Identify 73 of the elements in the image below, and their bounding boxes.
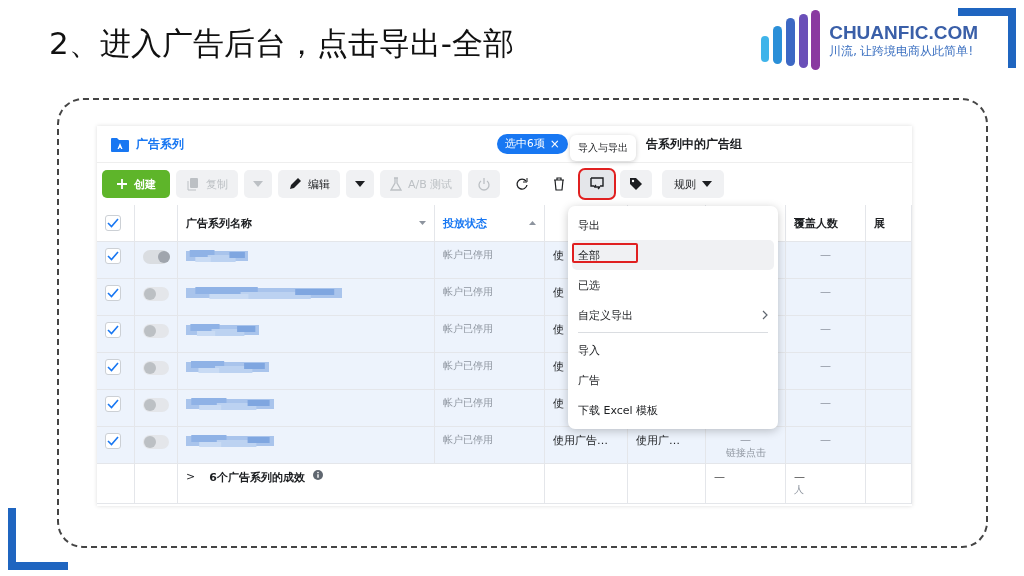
table-cell: 帐户已停用 <box>435 316 545 353</box>
menu-heading: 导出 <box>578 217 600 234</box>
checkbox[interactable] <box>105 433 121 449</box>
edit-button[interactable]: 编辑 <box>278 170 340 198</box>
checkbox[interactable] <box>105 359 121 375</box>
table-cell: — <box>786 279 866 316</box>
caret-icon <box>355 181 365 187</box>
table-cell: — <box>786 390 866 427</box>
checkbox[interactable] <box>105 285 121 301</box>
table-cell: 帐户已停用 <box>435 353 545 390</box>
copy-icon <box>186 177 200 191</box>
table-cell: — <box>786 316 866 353</box>
column-header[interactable]: 投放状态 <box>443 215 487 231</box>
expand-icon[interactable]: > <box>186 470 196 483</box>
column-header[interactable]: 展 <box>874 215 885 231</box>
power-icon <box>477 177 492 191</box>
chevron-right-icon <box>762 310 768 320</box>
table-cell: 使用广… <box>628 427 706 464</box>
column-header[interactable]: 覆盖人数 <box>794 215 838 231</box>
toggle-switch[interactable] <box>143 287 169 301</box>
sort-icon <box>529 221 536 225</box>
checkbox[interactable] <box>105 322 121 338</box>
table-cell: — <box>786 242 866 279</box>
table-cell: 帐户已停用 <box>435 279 545 316</box>
toggle-switch[interactable] <box>143 361 169 375</box>
info-icon <box>312 470 323 480</box>
plus-icon <box>116 178 128 190</box>
table-cell: — <box>786 353 866 390</box>
summary-label: 6个广告系列的成效 <box>209 470 305 485</box>
cell-caption: 链接点击 <box>725 446 766 460</box>
tab-label[interactable]: 告系列中的广告组 <box>645 135 742 153</box>
table-cell: — <box>786 427 866 464</box>
toggle-switch[interactable] <box>143 435 169 449</box>
logo-wordmark: CHUANFIC.COM <box>829 21 978 44</box>
cell-value: — <box>740 433 751 446</box>
checkbox[interactable] <box>105 215 121 231</box>
trash-icon <box>553 177 566 191</box>
toggle-switch[interactable] <box>143 250 169 264</box>
checkbox[interactable] <box>105 396 121 412</box>
toggle-switch[interactable] <box>143 398 169 412</box>
chip-label: 选中6项 <box>505 137 545 151</box>
export-icon <box>589 177 606 191</box>
close-icon[interactable]: × <box>549 137 560 151</box>
table-cell: — <box>706 464 786 504</box>
tag-button[interactable] <box>620 170 653 198</box>
toggle-switch[interactable] <box>143 324 169 338</box>
corner-bracket <box>8 508 68 570</box>
table-cell: 帐户已停用 <box>435 390 545 427</box>
refresh-icon <box>515 177 530 191</box>
section-title: 广告系列 <box>136 135 184 153</box>
folder-icon <box>111 136 129 152</box>
logo-icon <box>759 10 822 70</box>
table-cell: 使用广告… <box>545 427 628 464</box>
caret-icon <box>702 181 713 187</box>
export-button[interactable] <box>580 170 615 198</box>
table-cell: 帐户已停用 <box>435 427 545 464</box>
menu-item[interactable]: 全部 <box>572 240 774 270</box>
table-cell <box>866 427 912 464</box>
logo-tagline: 川流, 让跨境电商从此简单! <box>829 43 975 59</box>
rules-button[interactable]: 规则 <box>662 170 725 198</box>
slide-title: 2、进入广告后台，点击导出-全部 <box>49 24 514 63</box>
table-cell: 帐户已停用 <box>435 242 545 279</box>
flask-icon <box>390 177 402 191</box>
sort-icon <box>419 221 426 225</box>
tooltip: 导入与导出 <box>570 135 636 161</box>
column-header[interactable]: 广告系列名称 <box>186 215 252 231</box>
pencil-icon <box>288 177 302 191</box>
tag-icon <box>629 177 644 191</box>
dropdown-button[interactable] <box>346 170 374 198</box>
cell-value: — <box>794 470 805 483</box>
cell-caption: 人 <box>794 483 804 497</box>
checkbox[interactable] <box>105 248 121 264</box>
caret-icon <box>253 181 263 187</box>
